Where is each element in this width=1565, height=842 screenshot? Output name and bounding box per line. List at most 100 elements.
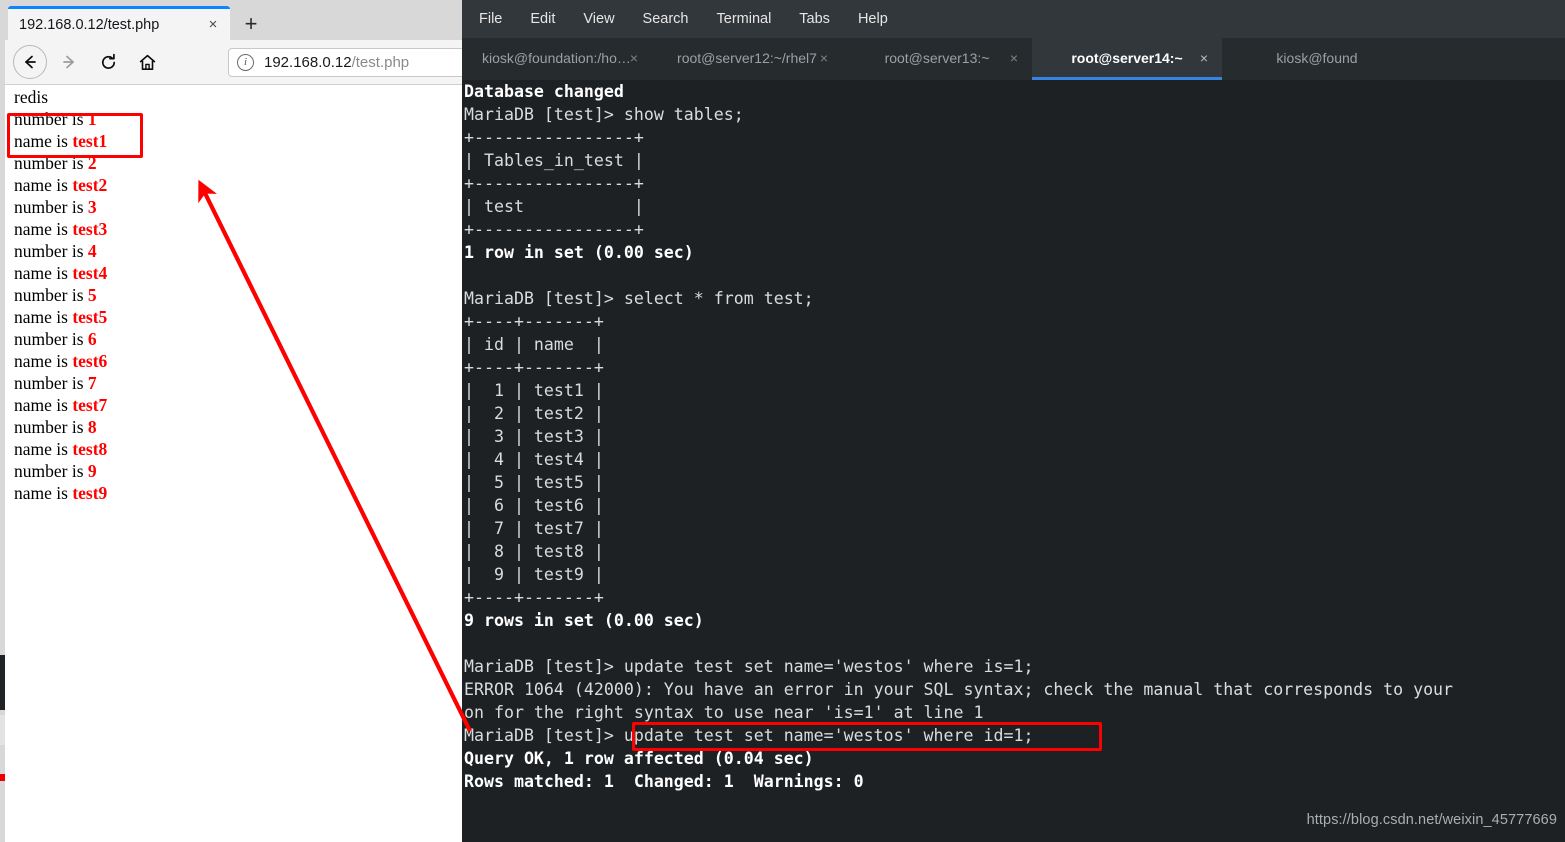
- close-icon[interactable]: ×: [1010, 51, 1018, 65]
- terminal-line: | 4 | test4 |: [464, 450, 604, 469]
- page-output-line: name is test2: [14, 175, 108, 195]
- page-output-line: name is test5: [14, 307, 108, 327]
- terminal-tab-2[interactable]: root@server13:~ ×: [842, 38, 1032, 80]
- page-output-value: 1: [87, 109, 97, 129]
- terminal-line: +----+-------+: [464, 312, 604, 331]
- page-output-line: number is 1: [14, 109, 97, 129]
- terminal-menu-bar: File Edit View Search Terminal Tabs Help: [462, 0, 1565, 38]
- menu-item-view[interactable]: View: [580, 9, 617, 29]
- terminal-line: | 6 | test6 |: [464, 496, 604, 515]
- terminal-tab-0[interactable]: kiosk@foundation:/home/…×: [462, 38, 652, 80]
- terminal-line: Rows matched: 1 Changed: 1 Warnings: 0: [464, 772, 864, 791]
- page-output-line: number is 6: [14, 329, 97, 349]
- site-info-icon[interactable]: i: [237, 54, 254, 71]
- close-icon[interactable]: ×: [1200, 51, 1208, 65]
- terminal-line: on for the right syntax to use near 'is=…: [464, 703, 984, 722]
- terminal-line: | 3 | test3 |: [464, 427, 604, 446]
- menu-item-help[interactable]: Help: [855, 9, 891, 29]
- terminal-line: 1 row in set (0.00 sec): [464, 243, 694, 262]
- terminal-line: MariaDB [test]> show tables;: [464, 105, 744, 124]
- address-bar[interactable]: i 192.168.0.12/test.php: [228, 48, 462, 77]
- browser-tab-strip: 192.168.0.12/test.php × +: [5, 0, 462, 40]
- terminal-tab-3[interactable]: root@server14:~ ×: [1032, 38, 1222, 80]
- terminal-tab-label: root@server12:~/rhel7: [677, 49, 817, 66]
- terminal-line: | id | name |: [464, 335, 604, 354]
- terminal-line: 9 rows in set (0.00 sec): [464, 611, 704, 630]
- page-output-value: 2: [87, 153, 97, 173]
- terminal-output[interactable]: Database changed MariaDB [test]> show tab…: [462, 80, 1565, 842]
- new-tab-icon[interactable]: +: [236, 9, 266, 39]
- page-output-value: test8: [72, 439, 108, 459]
- terminal-tab-1[interactable]: root@server12:~/rhel7 ×: [652, 38, 842, 80]
- menu-item-search[interactable]: Search: [640, 9, 692, 29]
- page-output-value: 4: [87, 241, 97, 261]
- page-output-value: test5: [72, 307, 108, 327]
- terminal-tab-4[interactable]: kiosk@found: [1222, 38, 1412, 80]
- menu-item-edit[interactable]: Edit: [527, 9, 558, 29]
- terminal-line: +----------------+: [464, 174, 644, 193]
- terminal-window: File Edit View Search Terminal Tabs Help kiosk…: [462, 0, 1565, 842]
- menu-item-file[interactable]: File: [476, 9, 505, 29]
- menu-item-tabs[interactable]: Tabs: [796, 9, 833, 29]
- page-output-value: test1: [72, 131, 108, 151]
- terminal-line: +----+-------+: [464, 358, 604, 377]
- terminal-tab-label: kiosk@foundation:/home/…: [482, 49, 632, 66]
- back-icon[interactable]: [13, 45, 47, 79]
- page-output-value: 9: [87, 461, 97, 481]
- page-output-line: name is test6: [14, 351, 108, 371]
- terminal-line: | test |: [464, 197, 644, 216]
- browser-window: 192.168.0.12/test.php × + i 192.168.0.12…: [0, 0, 462, 842]
- page-content: redis number is 1 name is test1 number is 2…: [5, 86, 462, 842]
- page-output-line: redis: [14, 87, 49, 107]
- close-icon[interactable]: ×: [200, 12, 226, 38]
- page-output-value: test6: [72, 351, 108, 371]
- terminal-tab-label: root@server13:~: [884, 49, 990, 66]
- page-output-value: test4: [72, 263, 108, 283]
- watermark: https://blog.csdn.net/weixin_45777669: [1306, 812, 1557, 828]
- close-icon[interactable]: ×: [630, 51, 638, 65]
- page-output-value: test9: [72, 483, 108, 503]
- url-path: /test.php: [351, 54, 410, 71]
- page-output-value: test3: [72, 219, 108, 239]
- terminal-line: | 8 | test8 |: [464, 542, 604, 561]
- terminal-line: +----+-------+: [464, 588, 604, 607]
- terminal-line: MariaDB [test]> update test set name='we…: [464, 726, 1034, 745]
- page-output-value: test7: [72, 395, 108, 415]
- terminal-line: | 5 | test5 |: [464, 473, 604, 492]
- page-output-line: name is test3: [14, 219, 108, 239]
- terminal-line: MariaDB [test]> update test set name='we…: [464, 657, 1034, 676]
- terminal-line: +----------------+: [464, 220, 644, 239]
- page-output-value: test2: [72, 175, 108, 195]
- page-output-line: name is test4: [14, 263, 108, 283]
- page-output-line: name is test1: [14, 131, 108, 151]
- browser-tab[interactable]: 192.168.0.12/test.php ×: [8, 6, 230, 40]
- url-text: 192.168.0.12/test.php: [264, 54, 409, 71]
- page-output-line: number is 5: [14, 285, 97, 305]
- close-icon[interactable]: ×: [820, 51, 828, 65]
- page-output-line: name is test7: [14, 395, 108, 415]
- page-output-line: name is test8: [14, 439, 108, 459]
- page-output-line: number is 7: [14, 373, 97, 393]
- page-output-line: number is 4: [14, 241, 97, 261]
- page-output-value: 5: [87, 285, 97, 305]
- terminal-tab-label: kiosk@found: [1276, 49, 1358, 66]
- terminal-tab-label: root@server14:~: [1071, 49, 1183, 66]
- page-output-value: 7: [87, 373, 97, 393]
- reload-icon[interactable]: [91, 45, 125, 79]
- page-output-line: number is 2: [14, 153, 97, 173]
- page-output-line: number is 9: [14, 461, 97, 481]
- terminal-line: Database changed: [464, 82, 624, 101]
- terminal-line: | 7 | test7 |: [464, 519, 604, 538]
- page-output-line: name is test9: [14, 483, 108, 503]
- screen-root: 192.168.0.12/test.php × + i 192.168.0.12…: [0, 0, 1565, 842]
- terminal-line: | 9 | test9 |: [464, 565, 604, 584]
- forward-icon[interactable]: [52, 45, 86, 79]
- page-output-line: number is 8: [14, 417, 97, 437]
- page-output-value: 6: [87, 329, 97, 349]
- menu-item-terminal[interactable]: Terminal: [714, 9, 775, 29]
- terminal-line: | Tables_in_test |: [464, 151, 644, 170]
- home-icon[interactable]: [130, 45, 164, 79]
- page-output-value: 8: [87, 417, 97, 437]
